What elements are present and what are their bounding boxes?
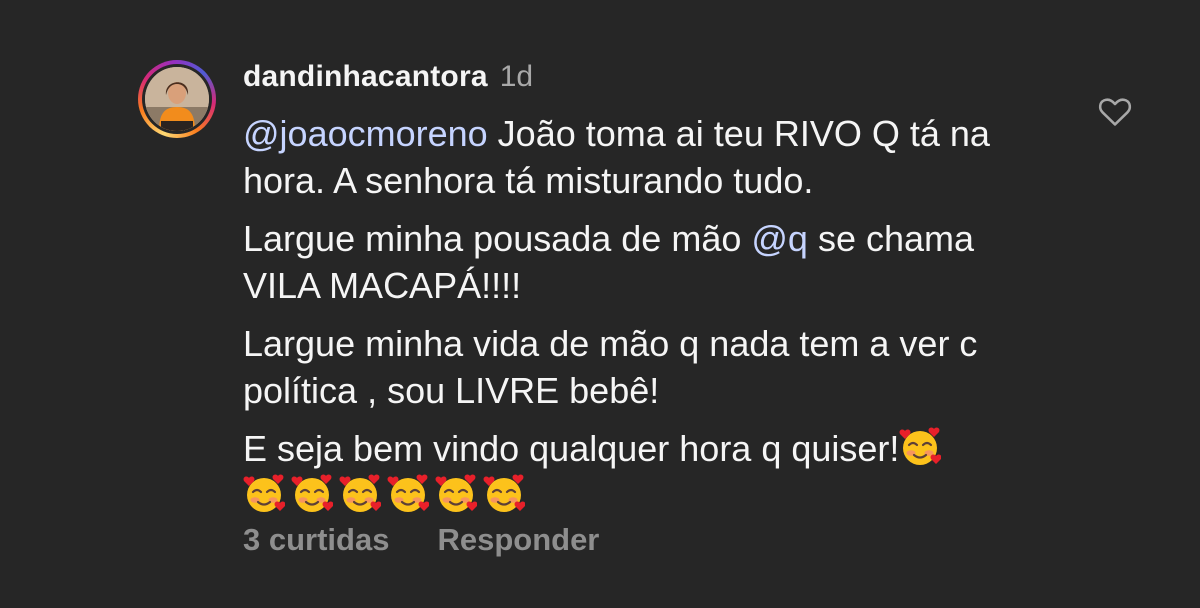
like-button[interactable] — [1096, 92, 1134, 130]
comment-actions: 3 curtidas Responder — [243, 522, 647, 558]
timestamp: 1d — [499, 60, 534, 93]
smiling-face-with-hearts-icon — [435, 473, 477, 515]
username[interactable]: dandinhacantora — [243, 60, 488, 94]
story-ring[interactable] — [138, 60, 216, 138]
comment-text: @joaocmoreno João toma ai teu RIVO Q tá … — [243, 110, 1043, 530]
likes-count-button[interactable]: 3 curtidas — [243, 522, 389, 558]
mention-link[interactable]: @joaocmoreno — [243, 113, 488, 154]
paragraph-text: Largue minha vida de mão q nada tem a ve… — [243, 323, 978, 411]
comment-paragraph: Largue minha pousada de mão @q se chama … — [243, 215, 1043, 309]
comment-paragraph: @joaocmoreno João toma ai teu RIVO Q tá … — [243, 110, 1043, 204]
comment-paragraph: Largue minha vida de mão q nada tem a ve… — [243, 320, 1043, 414]
reply-button[interactable]: Responder — [437, 522, 599, 558]
smiling-face-with-hearts-icon — [387, 473, 429, 515]
comment-header: dandinhacantora 1d — [243, 60, 533, 100]
smiling-face-with-hearts-icon — [899, 426, 941, 468]
smiling-face-with-hearts-icon — [243, 473, 285, 515]
comment: dandinhacantora 1d @joaocmoreno João tom… — [0, 0, 1200, 608]
mention-link[interactable]: @q — [751, 218, 808, 259]
paragraph-text: Largue minha pousada de mão — [243, 218, 752, 259]
heart-outline-icon — [1098, 98, 1132, 126]
smiling-face-with-hearts-icon — [483, 473, 525, 515]
avatar[interactable] — [145, 67, 209, 131]
emoji-row — [243, 472, 1043, 519]
paragraph-text: E seja bem vindo qualquer hora q quiser! — [243, 428, 900, 469]
comment-paragraph: E seja bem vindo qualquer hora q quiser! — [243, 425, 1043, 472]
smiling-face-with-hearts-icon — [339, 473, 381, 515]
profile-photo-icon — [145, 67, 209, 131]
smiling-face-with-hearts-icon — [291, 473, 333, 515]
